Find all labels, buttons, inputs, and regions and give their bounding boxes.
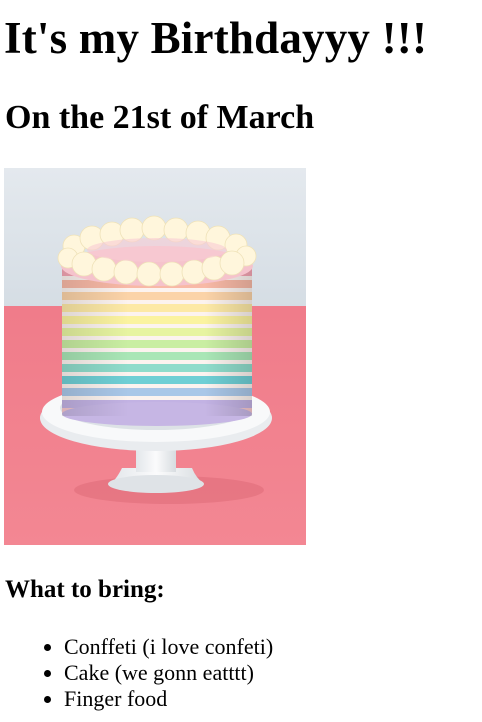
page-subtitle: On the 21st of March xyxy=(5,99,315,136)
bring-list: Conffeti (i love confeti) Cake (we gonn … xyxy=(24,634,273,712)
list-item: Conffeti (i love confeti) xyxy=(64,634,273,660)
list-heading: What to bring: xyxy=(5,576,165,603)
list-item: Cake (we gonn eatttt) xyxy=(64,660,273,686)
page-title: It's my Birthdayyy !!! xyxy=(4,13,428,63)
page-content: It's my Birthdayyy !!! On the 21st of Ma… xyxy=(0,0,482,711)
cake-image xyxy=(4,168,306,545)
list-item: Finger food xyxy=(64,686,273,712)
